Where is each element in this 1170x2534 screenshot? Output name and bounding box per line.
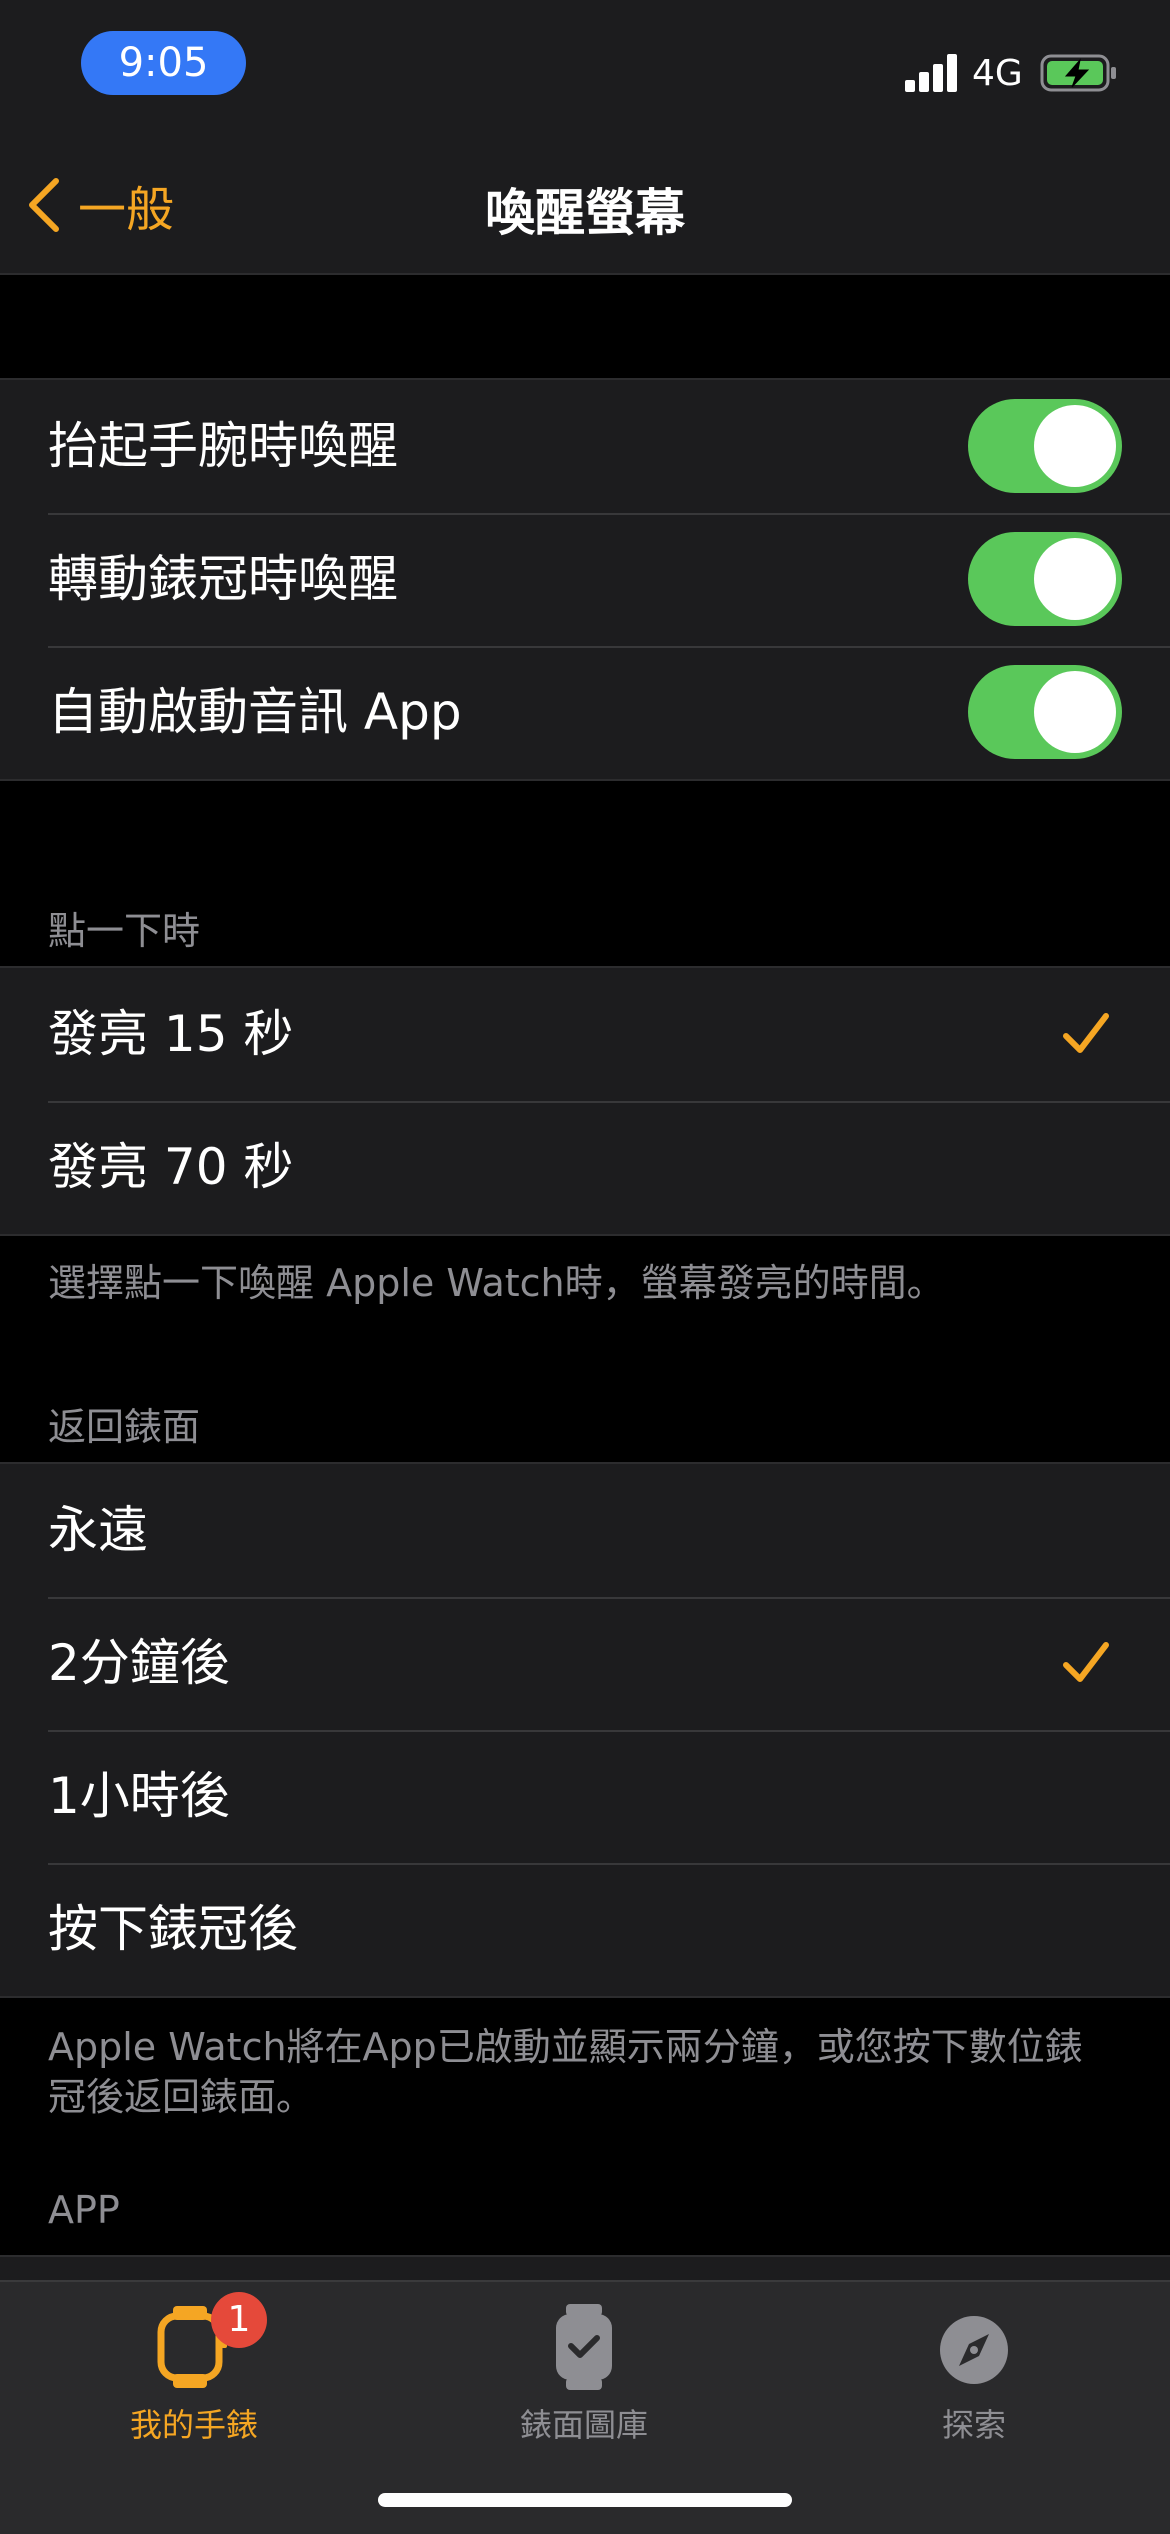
row-label: 自動啟動音訊 App xyxy=(48,683,462,741)
checkmark-icon xyxy=(1063,1013,1109,1053)
option-row-always[interactable]: 永遠 xyxy=(0,1464,1170,1597)
row-label: 2分鐘後 xyxy=(48,1634,230,1692)
tab-discover[interactable]: 探索 xyxy=(854,2302,1094,2446)
row-label: 發亮 70 秒 xyxy=(48,1138,294,1196)
tab-face-gallery[interactable]: 錶面圖庫 xyxy=(464,2302,704,2446)
page-title: 喚醒螢幕 xyxy=(485,184,685,242)
section-header-tap: 點一下時 xyxy=(48,909,201,953)
option-row-crown-press[interactable]: 按下錶冠後 xyxy=(0,1863,1170,1996)
option-row-70s[interactable]: 發亮 70 秒 xyxy=(0,1101,1170,1234)
network-type: 4G xyxy=(972,53,1023,94)
status-time[interactable]: 9:05 xyxy=(81,31,246,95)
navigation-bar: 一般 喚醒螢幕 xyxy=(0,135,1170,275)
status-bar: 9:05 4G xyxy=(0,0,1170,135)
section-header-return: 返回錶面 xyxy=(48,1405,201,1449)
return-options-group: 永遠 2分鐘後 1小時後 按下錶冠後 xyxy=(0,1462,1170,1998)
toggle-knob xyxy=(1034,405,1116,487)
tab-label: 錶面圖庫 xyxy=(519,2406,648,2444)
toggle-row-audio-app: 自動啟動音訊 App xyxy=(0,646,1170,779)
app-list-peek xyxy=(0,2255,1170,2282)
audio-app-toggle[interactable] xyxy=(968,665,1122,759)
home-indicator[interactable] xyxy=(378,2493,792,2507)
tap-options-group: 發亮 15 秒 發亮 70 秒 xyxy=(0,966,1170,1236)
row-label: 1小時後 xyxy=(48,1767,230,1825)
row-label: 抬起手腕時喚醒 xyxy=(48,417,398,475)
crown-wake-toggle[interactable] xyxy=(968,532,1122,626)
row-label: 轉動錶冠時喚醒 xyxy=(48,550,398,608)
compass-icon xyxy=(940,2316,1008,2384)
tap-footnote: 選擇點一下喚醒 Apple Watch時，螢幕發亮的時間。 xyxy=(48,1261,945,1305)
row-label: 按下錶冠後 xyxy=(48,1900,298,1958)
option-row-1hour[interactable]: 1小時後 xyxy=(0,1730,1170,1863)
section-header-app: APP xyxy=(48,2188,120,2232)
option-row-2min[interactable]: 2分鐘後 xyxy=(0,1597,1170,1730)
raise-wrist-toggle[interactable] xyxy=(968,399,1122,493)
toggle-knob xyxy=(1034,671,1116,753)
toggle-row-raise-wrist: 抬起手腕時喚醒 xyxy=(0,380,1170,513)
battery-charging-icon xyxy=(1040,54,1116,92)
tab-my-watch[interactable]: 1 我的手錶 xyxy=(74,2292,314,2446)
option-row-15s[interactable]: 發亮 15 秒 xyxy=(0,968,1170,1101)
tab-label: 我的手錶 xyxy=(129,2406,258,2444)
cellular-signal-icon xyxy=(905,54,957,92)
tab-label: 探索 xyxy=(941,2406,1006,2444)
row-label: 發亮 15 秒 xyxy=(48,1005,294,1063)
toggle-row-crown: 轉動錶冠時喚醒 xyxy=(0,513,1170,646)
row-label: 永遠 xyxy=(48,1501,148,1559)
watch-face-gallery-icon xyxy=(556,2304,612,2390)
return-footnote: Apple Watch將在App已啟動並顯示兩分鐘，或您按下數位錶冠後返回錶面。 xyxy=(48,2025,1083,2119)
wake-settings-group: 抬起手腕時喚醒 轉動錶冠時喚醒 自動啟動音訊 App xyxy=(0,378,1170,781)
checkmark-icon xyxy=(1063,1642,1109,1682)
notification-badge: 1 xyxy=(211,2292,267,2348)
toggle-knob xyxy=(1034,538,1116,620)
